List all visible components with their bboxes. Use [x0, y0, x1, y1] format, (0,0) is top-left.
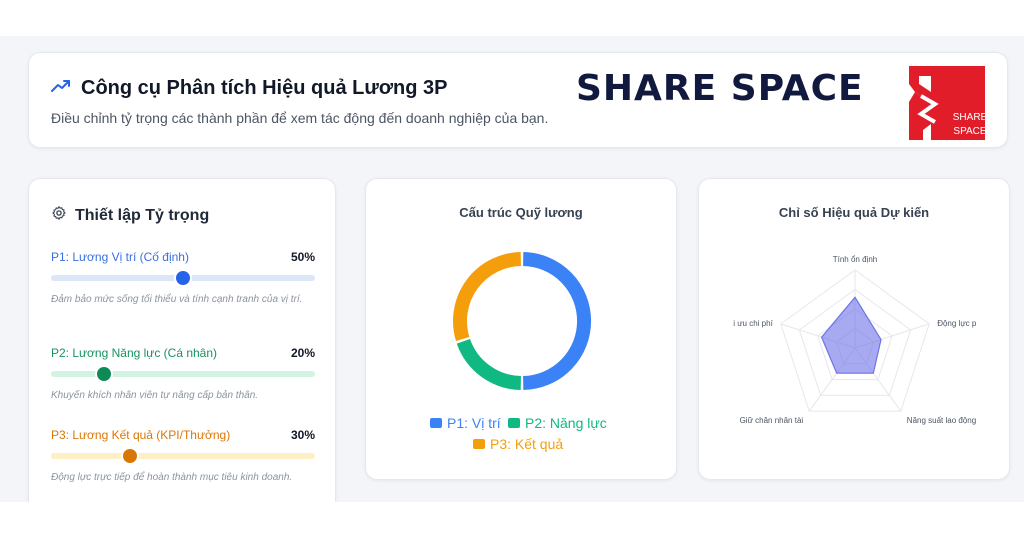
logo-text-share: SHARE — [953, 112, 985, 123]
donut-slice-p2[interactable] — [456, 338, 522, 390]
donut-slice-p1[interactable] — [522, 252, 592, 390]
settings-title: Thiết lập Tỷ trọng — [75, 206, 210, 224]
brand-name: SHARE SPACE — [576, 68, 864, 109]
legend-label-p2: P2: Năng lực — [525, 415, 607, 431]
p3-value: 30% — [290, 428, 315, 442]
weight-settings-panel: Thiết lập Tỷ trọng P1: Lương Vị trí (Cố … — [28, 178, 336, 518]
gear-icon — [51, 205, 67, 226]
donut-slice-p3[interactable] — [453, 252, 522, 342]
legend-item-p3[interactable]: P3: Kết quả — [473, 436, 563, 452]
p2-value: 20% — [290, 346, 315, 360]
legend-swatch-p3 — [473, 439, 485, 449]
p2-description: Khuyến khích nhân viên tự nâng cấp bản t… — [51, 390, 259, 401]
p1-description: Đảm bảo mức sống tối thiểu và tính cạnh … — [51, 294, 303, 305]
p2-label: P2: Lương Năng lực (Cá nhân) — [51, 346, 218, 360]
legend-swatch-p2 — [508, 418, 520, 428]
radar-data-area[interactable] — [820, 296, 882, 374]
p3-slider-group: P3: Lương Kết quả (KPI/Thưởng) 30% Động … — [51, 427, 315, 485]
legend-swatch-p1 — [430, 418, 442, 428]
legend-label-p1: P1: Vị trí — [447, 415, 501, 431]
p3-description: Động lực trực tiếp để hoàn thành mục tiê… — [51, 472, 293, 483]
efficiency-index-card: Chỉ số Hiệu quả Dự kiến Tính ổn định Động… — [698, 178, 1010, 480]
page-title: Công cụ Phân tích Hiệu quả Lương 3P — [81, 77, 448, 99]
p2-slider-group: P2: Lương Năng lực (Cá nhân) 20% Khuyến … — [51, 345, 315, 403]
trending-up-icon — [51, 79, 71, 98]
p2-slider-thumb[interactable] — [96, 367, 111, 381]
legend-item-p1[interactable]: P1: Vị trí — [430, 415, 501, 431]
radar-axis-label: Giữ chân nhân tài — [740, 416, 804, 425]
payroll-structure-card: Cấu trúc Quỹ lương P1: Vị trí P2: Năng l… — [365, 178, 677, 480]
p1-slider[interactable] — [51, 271, 315, 285]
legend-item-p2[interactable]: P2: Năng lực — [508, 415, 607, 431]
radar-axis-label: Năng suất lao động — [907, 416, 976, 425]
radar-chart: Tính ổn định Động lực p Năng suất lao động… — [733, 255, 977, 425]
p1-slider-group: P1: Lương Vị trí (Cố định) 50% Đảm bảo m… — [51, 249, 315, 307]
p1-label: P1: Lương Vị trí (Cố định) — [51, 250, 189, 264]
p3-slider-thumb[interactable] — [123, 449, 138, 463]
p1-slider-thumb[interactable] — [176, 271, 190, 285]
donut-chart — [453, 252, 592, 390]
logo-text-space: SPACE — [953, 126, 985, 137]
header-card: Công cụ Phân tích Hiệu quả Lương 3P Điều… — [28, 52, 1008, 148]
page-bottom-margin — [0, 502, 1024, 538]
radar-axis-label: Tính ổn định — [833, 255, 877, 264]
page-subtitle: Điều chỉnh tỷ trọng các thành phần để xe… — [51, 110, 549, 126]
legend-label-p3: P3: Kết quả — [490, 436, 564, 452]
p3-slider[interactable] — [51, 449, 315, 463]
radar-axis-label: Động lực p — [937, 319, 977, 328]
radar-axis-label: i ưu chi phí — [733, 319, 773, 328]
p3-label: P3: Lương Kết quả (KPI/Thưởng) — [51, 428, 231, 442]
p1-value: 50% — [290, 250, 315, 264]
share-space-logo: SHARE SPACE — [909, 66, 988, 140]
p2-slider[interactable] — [51, 367, 315, 381]
